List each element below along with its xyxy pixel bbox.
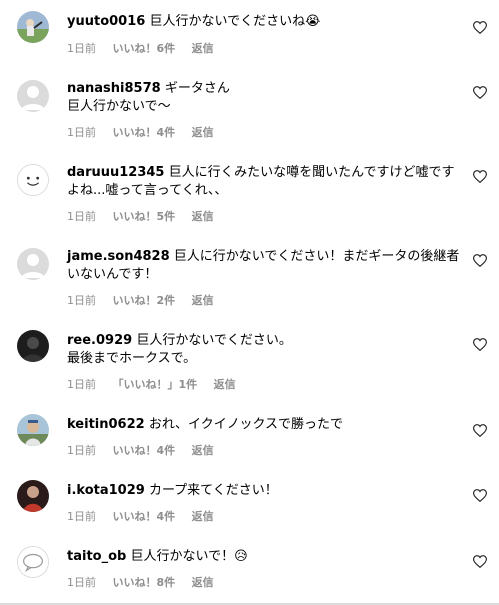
comment-time: 1日前 [67, 42, 96, 55]
heart-outline-icon[interactable] [473, 254, 487, 267]
reply-button[interactable]: 返信 [192, 294, 214, 307]
reply-button[interactable]: 返信 [192, 42, 214, 55]
comment-username[interactable]: jame.son4828 [67, 249, 170, 264]
comment-time: 1日前 [67, 294, 96, 307]
comment-body: jame.son4828 巨人に行かないでください！まだギータの後継者いないんで… [67, 248, 467, 284]
bubble-avatar[interactable] [17, 546, 49, 578]
comment-username[interactable]: daruuu12345 [67, 165, 164, 180]
heart-outline-icon[interactable] [473, 86, 487, 99]
comment-time: 1日前 [67, 510, 96, 523]
comment-username[interactable]: taito_ob [67, 549, 126, 564]
reply-button[interactable]: 返信 [192, 210, 214, 223]
comment-time: 1日前 [67, 444, 96, 457]
comment-time: 1日前 [67, 378, 96, 391]
comment-likes[interactable]: いいね！6件 [113, 42, 176, 55]
comment-body: i.kota1029 カープ来てください！ [67, 482, 467, 500]
comment-meta: 1日前 いいね！5件 返信 [67, 208, 227, 224]
comment-likes[interactable]: いいね！8件 [113, 576, 176, 589]
comment-meta: 1日前 いいね！8件 返信 [67, 574, 227, 590]
comment-body: taito_ob 巨人行かないで！😥 [67, 548, 467, 566]
default-user-avatar[interactable] [17, 80, 49, 112]
photo-person-avatar[interactable] [17, 414, 49, 446]
comment-likes[interactable]: 「いいね！」1件 [113, 378, 198, 391]
comment-time: 1日前 [67, 126, 96, 139]
heart-outline-icon[interactable] [473, 424, 487, 437]
comment-meta: 1日前 「いいね！」1件 返信 [67, 376, 249, 392]
comment-likes[interactable]: いいね！4件 [113, 444, 176, 457]
comment-text: 巨人行かないでくださいね😭 [149, 14, 321, 29]
reply-button[interactable]: 返信 [214, 378, 236, 391]
photo-dark-avatar[interactable] [17, 330, 49, 362]
comment-likes[interactable]: いいね！2件 [113, 294, 176, 307]
comment-body: ree.0929 巨人行かないでください。 最後までホークスで。 [67, 332, 467, 368]
comment-meta: 1日前 いいね！4件 返信 [67, 124, 227, 140]
comment-username[interactable]: i.kota1029 [67, 483, 145, 498]
comment-time: 1日前 [67, 210, 96, 223]
comment-meta: 1日前 いいね！2件 返信 [67, 292, 227, 308]
comment-body: keitin0622 おれ、イクイノックスで勝ったで [67, 416, 467, 434]
reply-button[interactable]: 返信 [192, 444, 214, 457]
comment-time: 1日前 [67, 576, 96, 589]
reply-button[interactable]: 返信 [192, 510, 214, 523]
comment-username[interactable]: nanashi8578 [67, 81, 161, 96]
comment-text: カープ来てください！ [148, 483, 278, 498]
comment-body: nanashi8578 ギータさん 巨人行かないで〜 [67, 80, 467, 116]
heart-outline-icon[interactable] [473, 21, 487, 34]
reply-button[interactable]: 返信 [192, 576, 214, 589]
heart-outline-icon[interactable] [473, 338, 487, 351]
heart-outline-icon[interactable] [473, 555, 487, 568]
photo-red-avatar[interactable] [17, 480, 49, 512]
comment-meta: 1日前 いいね！4件 返信 [67, 508, 227, 524]
heart-outline-icon[interactable] [473, 170, 487, 183]
comment-likes[interactable]: いいね！5件 [113, 210, 176, 223]
reply-button[interactable]: 返信 [192, 126, 214, 139]
photo-baseball-avatar[interactable] [17, 11, 49, 43]
comment-text: 巨人行かないで！😥 [130, 549, 248, 564]
comment-likes[interactable]: いいね！4件 [113, 126, 176, 139]
default-user-avatar[interactable] [17, 248, 49, 280]
comment-username[interactable]: yuuto0016 [67, 14, 145, 29]
comment-body: daruuu12345 巨人に行くみたいな噂を聞いたんですけど嘘ですよね...嘘… [67, 164, 467, 200]
comment-likes[interactable]: いいね！4件 [113, 510, 176, 523]
comment-username[interactable]: keitin0622 [67, 417, 145, 432]
comment-username[interactable]: ree.0929 [67, 333, 132, 348]
comment-text: おれ、イクイノックスで勝ったで [148, 417, 344, 432]
comment-meta: 1日前 いいね！6件 返信 [67, 40, 227, 56]
comment-body: yuuto0016 巨人行かないでくださいね😭 [67, 13, 467, 31]
heart-outline-icon[interactable] [473, 489, 487, 502]
smile-face-avatar[interactable] [17, 164, 49, 196]
comment-meta: 1日前 いいね！4件 返信 [67, 442, 227, 458]
